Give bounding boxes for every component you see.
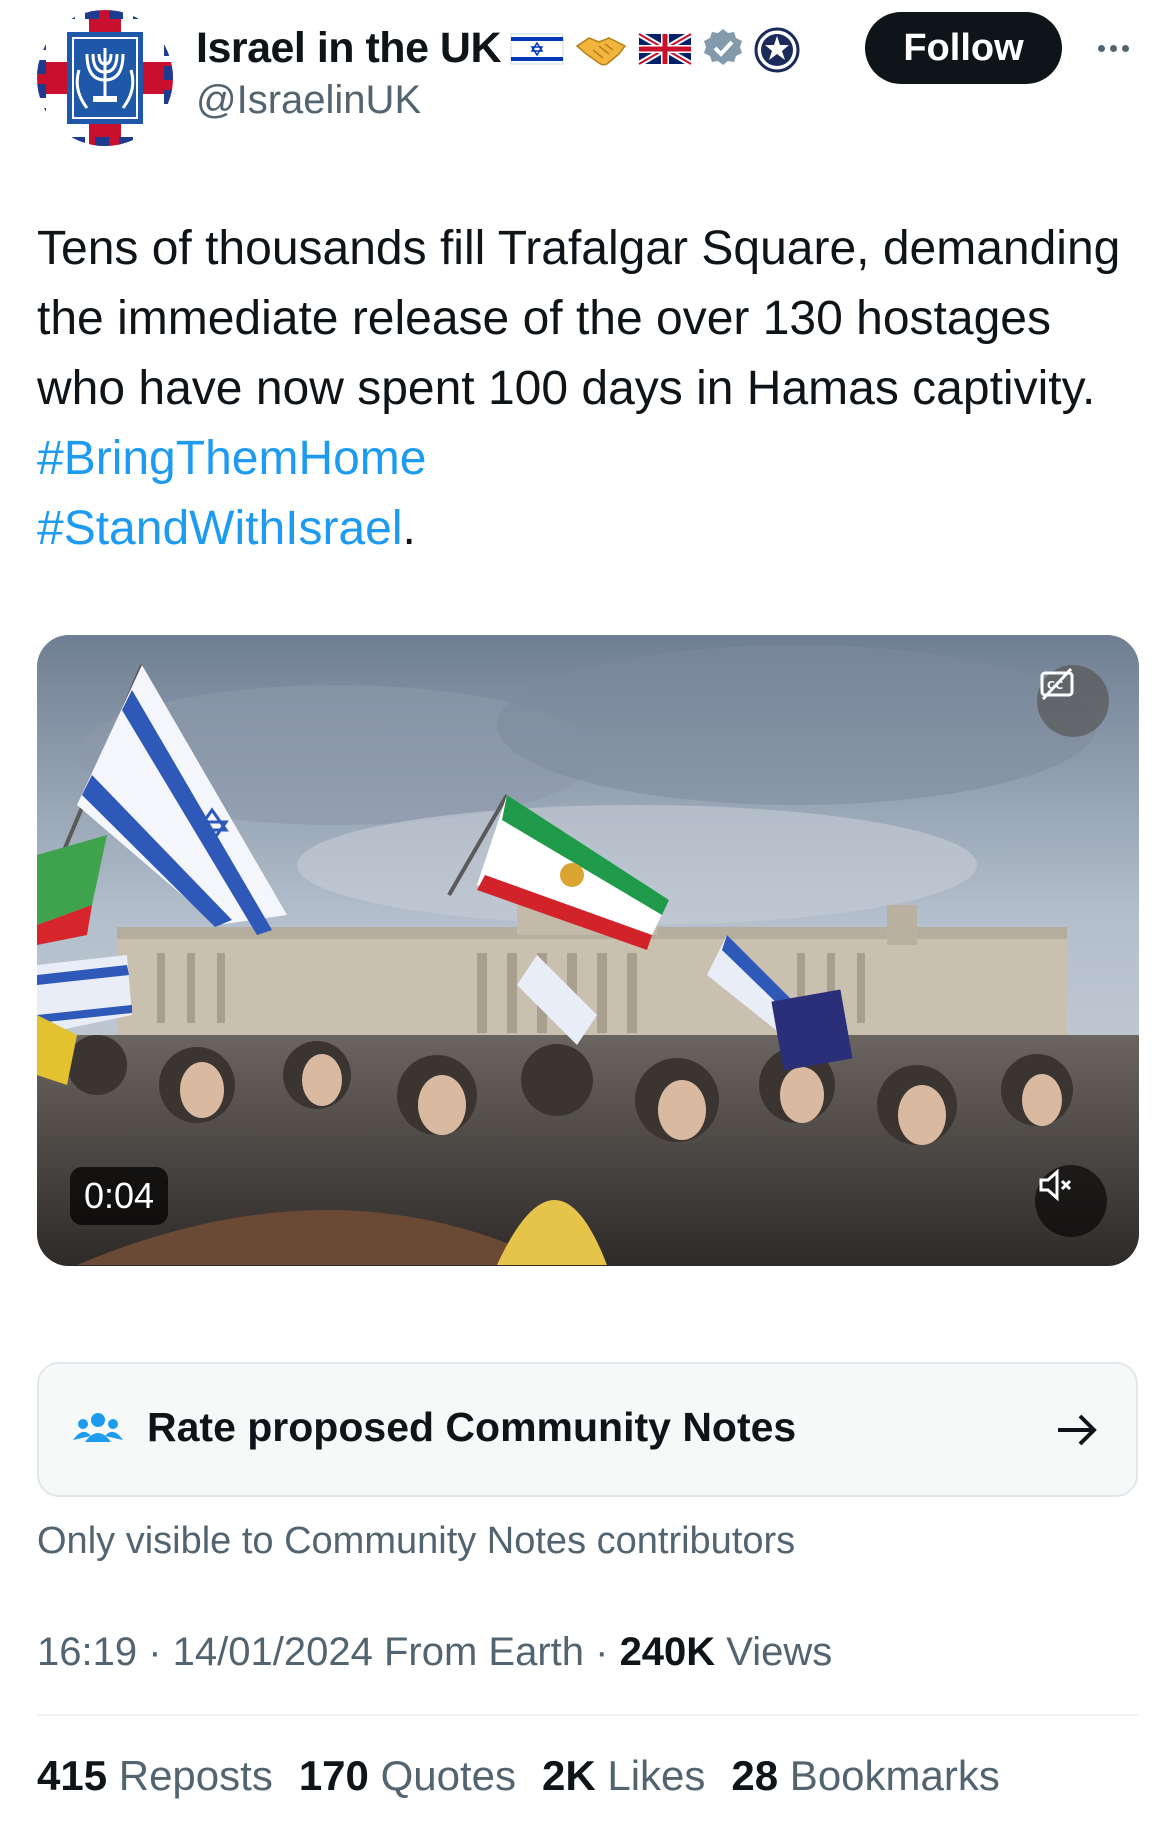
handshake-icon — [573, 26, 629, 70]
quotes-stat[interactable]: 170 Quotes — [299, 1752, 516, 1800]
reposts-label: Reposts — [107, 1752, 273, 1799]
people-icon — [73, 1413, 123, 1442]
video-player[interactable]: CC 0:04 — [37, 635, 1139, 1266]
tweet-header: Israel in the UK @IsraelinUK Follow — [0, 0, 1169, 150]
likes-count: 2K — [542, 1752, 596, 1799]
quotes-count: 170 — [298, 1752, 369, 1799]
bookmarks-stat[interactable]: 28 Bookmarks — [731, 1752, 999, 1800]
verified-badge-icon[interactable] — [701, 26, 745, 70]
tweet-date[interactable]: 14/01/2024 — [173, 1630, 373, 1674]
israel-flag-icon — [509, 26, 565, 70]
bookmarks-label: Bookmarks — [778, 1752, 1000, 1799]
meta-separator: · — [584, 1630, 620, 1674]
bookmarks-count: 28 — [731, 1752, 779, 1799]
display-name-row: Israel in the UK — [196, 20, 801, 76]
reposts-count: 415 — [37, 1752, 108, 1799]
tweet-text-end: . — [402, 502, 416, 555]
uk-flag-icon — [637, 26, 693, 70]
rate-community-notes-title: Rate proposed Community Notes — [147, 1404, 797, 1450]
community-notes-visibility: Only visible to Community Notes contribu… — [37, 1520, 796, 1562]
tweet-text: Tens of thousands fill Trafalgar Square,… — [37, 222, 1121, 415]
views-count: 240K — [619, 1630, 716, 1674]
hashtag-stand-with-israel[interactable]: #StandWithIsrael — [37, 502, 403, 555]
display-name[interactable]: Israel in the UK — [196, 24, 502, 73]
views-label: Views — [715, 1630, 833, 1674]
government-affiliation-icon[interactable] — [753, 26, 801, 73]
follow-button[interactable]: Follow — [865, 12, 1062, 84]
divider — [37, 1714, 1138, 1716]
tweet-body: Tens of thousands fill Trafalgar Square,… — [37, 214, 1137, 564]
account-handle[interactable]: @IsraelinUK — [196, 78, 421, 123]
video-thumbnail — [37, 635, 1139, 1266]
tweet-metadata: 16:19 · 14/01/2024 From Earth · 240K Vie… — [37, 1630, 832, 1675]
reposts-stat[interactable]: 415 Reposts — [37, 1752, 273, 1800]
rate-community-notes-card[interactable]: Rate proposed Community Notes — [37, 1362, 1138, 1497]
more-dots-icon[interactable] — [1088, 30, 1138, 66]
tweet-source: From Earth — [372, 1630, 585, 1674]
quotes-label: Quotes — [368, 1752, 516, 1799]
account-avatar[interactable] — [37, 10, 173, 146]
captions-off-icon[interactable]: CC — [1037, 665, 1109, 737]
likes-stat[interactable]: 2K Likes — [542, 1752, 705, 1800]
arrow-right-icon — [1058, 1414, 1097, 1446]
engagement-stats: 415 Reposts 170 Quotes 2K Likes 28 Bookm… — [37, 1752, 1000, 1800]
state-emblem-logo — [37, 10, 173, 146]
meta-separator: · — [137, 1630, 173, 1674]
tweet-time[interactable]: 16:19 — [37, 1630, 137, 1674]
muted-speaker-icon[interactable] — [1035, 1165, 1107, 1237]
likes-label: Likes — [595, 1752, 706, 1799]
video-duration: 0:04 — [70, 1167, 169, 1225]
hashtag-bring-them-home[interactable]: #BringThemHome — [37, 432, 426, 485]
